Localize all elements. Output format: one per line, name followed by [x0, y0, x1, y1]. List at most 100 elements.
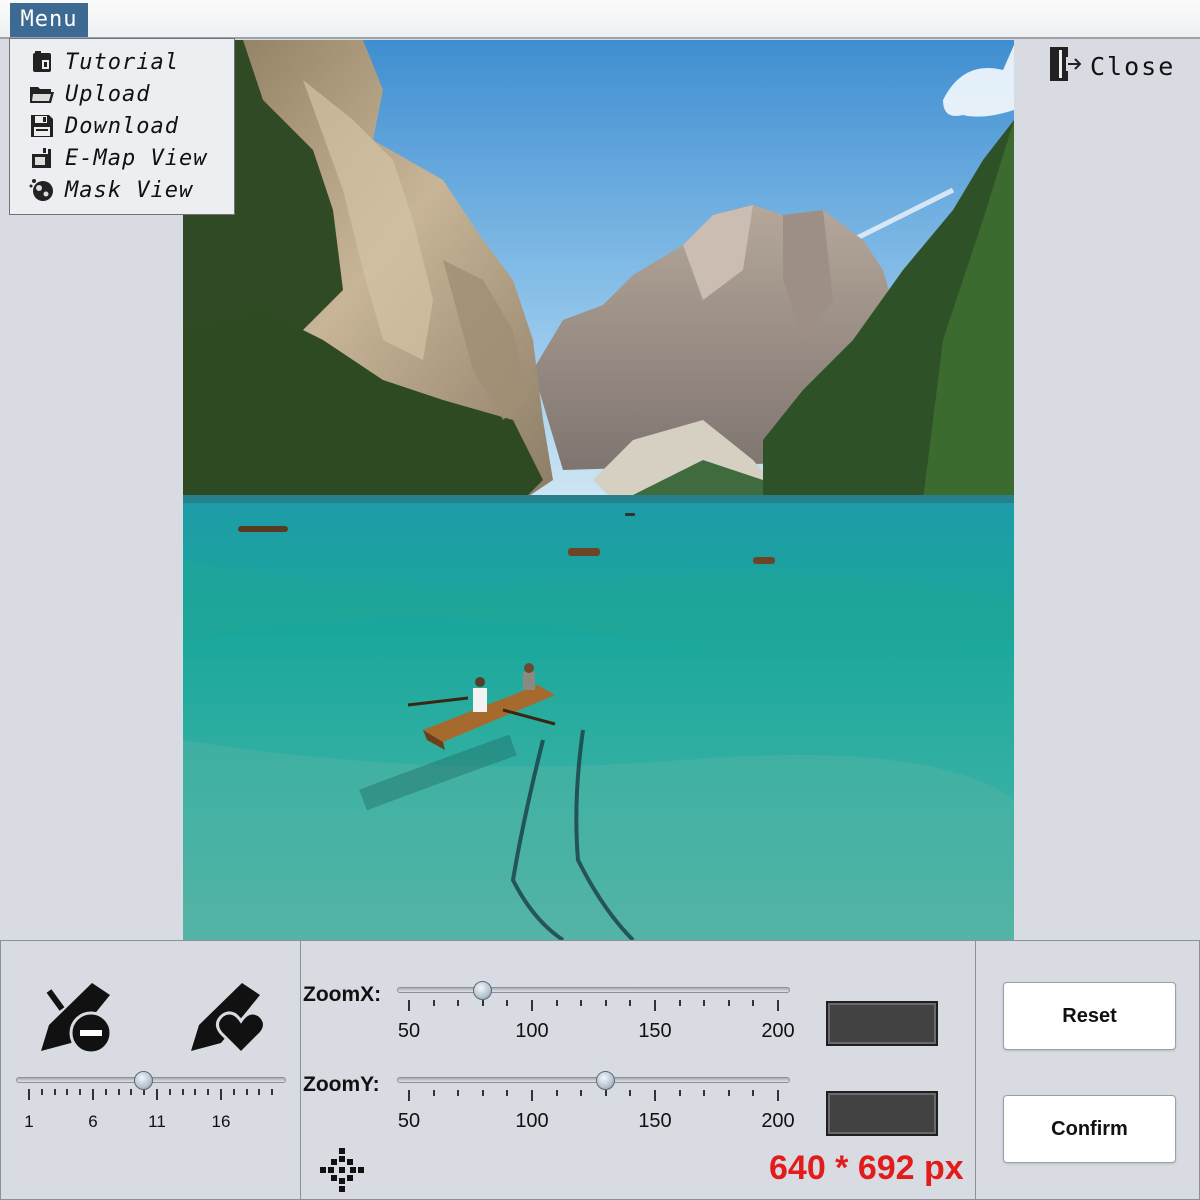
- pen-heart-icon[interactable]: [187, 979, 267, 1060]
- slider-tick: [481, 1000, 484, 1006]
- slider-tick: [654, 1000, 656, 1011]
- tutorial-icon: [27, 49, 57, 75]
- slider-tick: [727, 1000, 730, 1006]
- actions-panel: Reset Confirm: [975, 940, 1200, 1200]
- slider-tick: [531, 1000, 533, 1011]
- menu-item-tutorial[interactable]: Tutorial: [10, 46, 234, 78]
- slider-tick: [531, 1090, 533, 1101]
- slider-tick: [245, 1089, 248, 1095]
- mask-icon: [27, 177, 57, 203]
- slider-tick: [408, 1000, 410, 1011]
- slider-tick: [703, 1090, 706, 1096]
- menu-item-label: E-Map View: [65, 145, 208, 171]
- zoomy-thumb[interactable]: [595, 1071, 615, 1090]
- emap-icon: [27, 145, 57, 171]
- slider-tick: [220, 1089, 222, 1100]
- menu-item-label: Upload: [65, 81, 151, 107]
- slider-tick: [53, 1089, 56, 1095]
- slider-tick: [40, 1089, 43, 1095]
- slider-tick: [555, 1000, 558, 1006]
- menu-item-mask-view[interactable]: Mask View: [10, 174, 234, 206]
- menu-item-label: Download: [65, 113, 179, 139]
- zoomx-slider[interactable]: [397, 987, 790, 993]
- tick-label: 1: [24, 1112, 34, 1131]
- zoomx-thumb[interactable]: [472, 981, 492, 1000]
- slider-tick: [168, 1089, 171, 1095]
- menu-item-upload[interactable]: Upload: [10, 78, 234, 110]
- slider-tick: [432, 1090, 435, 1096]
- pen-minus-icon[interactable]: [37, 979, 117, 1060]
- folder-icon: [27, 81, 57, 107]
- slider-tick: [156, 1089, 158, 1100]
- slider-tick: [408, 1090, 410, 1101]
- slider-tick: [604, 1090, 607, 1096]
- zoom-panel: ZoomX: 50 100 150 200 ZoomY: 50 100 150 …: [300, 940, 976, 1200]
- slider-tick: [457, 1090, 460, 1096]
- slider-tick: [777, 1090, 779, 1101]
- zoomy-slider[interactable]: [397, 1077, 790, 1083]
- slider-tick: [678, 1000, 681, 1006]
- tick-label: 150: [638, 1020, 672, 1042]
- slider-tick: [79, 1089, 82, 1095]
- slider-tick: [258, 1089, 261, 1095]
- tick-label: 100: [515, 1020, 549, 1042]
- slider-tick: [117, 1089, 120, 1095]
- slider-tick: [481, 1090, 484, 1096]
- tick-label: 16: [211, 1112, 231, 1131]
- confirm-button[interactable]: Confirm: [1003, 1095, 1176, 1163]
- slider-tick: [271, 1089, 274, 1095]
- slider-tick: [432, 1000, 435, 1006]
- zoomy-label: ZoomY:: [303, 1073, 380, 1096]
- slider-tick: [580, 1000, 583, 1006]
- slider-tick: [752, 1000, 755, 1006]
- tick-label: 200: [761, 1020, 795, 1042]
- close-button[interactable]: Close: [1046, 46, 1175, 86]
- slider-tick: [104, 1089, 107, 1095]
- brush-panel: 1 6 11 16: [0, 940, 301, 1200]
- zoomx-value-field[interactable]: [826, 1001, 938, 1046]
- slider-tick: [130, 1089, 133, 1095]
- slider-tick: [654, 1090, 656, 1101]
- image-dimensions: 640 * 692 px: [769, 1149, 964, 1187]
- slider-tick: [194, 1089, 197, 1095]
- slider-tick: [92, 1089, 94, 1100]
- slider-tick: [66, 1089, 69, 1095]
- menu-button[interactable]: Menu: [10, 3, 88, 37]
- slider-tick: [232, 1089, 235, 1095]
- brush-size-thumb[interactable]: [134, 1071, 154, 1090]
- slider-tick: [181, 1089, 184, 1095]
- reset-button[interactable]: Reset: [1003, 982, 1176, 1050]
- control-panel: 1 6 11 16 ZoomX: 50 100 150 200 ZoomY: 5…: [0, 940, 1200, 1200]
- slider-tick: [727, 1090, 730, 1096]
- slider-tick: [506, 1000, 509, 1006]
- slider-tick: [629, 1090, 632, 1096]
- tick-label: 150: [638, 1110, 672, 1132]
- tick-label: 50: [397, 1020, 421, 1042]
- close-label: Close: [1090, 51, 1176, 81]
- menu-item-download[interactable]: Download: [10, 110, 234, 142]
- menu-item-label: Mask View: [65, 177, 194, 203]
- slider-tick: [457, 1000, 460, 1006]
- slider-tick: [207, 1089, 210, 1095]
- slider-tick: [580, 1090, 583, 1096]
- exit-door-icon: [1046, 45, 1082, 88]
- menu-dropdown: Tutorial Upload Download E-Map View Mask…: [9, 38, 235, 215]
- zoomy-value-field[interactable]: [826, 1091, 938, 1136]
- slider-tick: [703, 1000, 706, 1006]
- slider-tick: [629, 1000, 632, 1006]
- slider-tick: [28, 1089, 30, 1100]
- slider-tick: [777, 1000, 779, 1011]
- slider-tick: [555, 1090, 558, 1096]
- slider-tick: [604, 1000, 607, 1006]
- tick-label: 6: [88, 1112, 98, 1131]
- slider-tick: [506, 1090, 509, 1096]
- move-crosshair-icon[interactable]: [318, 1146, 366, 1199]
- menu-item-label: Tutorial: [65, 49, 179, 75]
- slider-tick: [678, 1090, 681, 1096]
- floppy-disk-icon: [27, 113, 57, 139]
- menu-item-emap-view[interactable]: E-Map View: [10, 142, 234, 174]
- zoomx-label: ZoomX:: [303, 983, 382, 1006]
- menubar: Menu: [0, 0, 1200, 39]
- image-canvas[interactable]: [183, 40, 1014, 940]
- slider-tick: [752, 1090, 755, 1096]
